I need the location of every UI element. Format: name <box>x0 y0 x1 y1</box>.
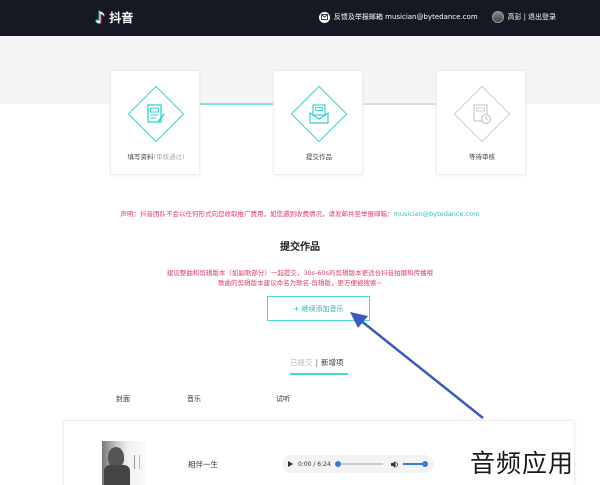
cover-person-body <box>104 465 130 485</box>
volume-knob[interactable] <box>422 461 428 467</box>
hint-line-1: 建议整曲和剪辑版本（如副歌部分）一起提交，30s-60s的剪辑版本更适合抖音拍摄… <box>166 269 434 277</box>
column-header-preview: 试听 <box>276 395 290 403</box>
cover-text-decoration <box>134 455 140 469</box>
progress-knob[interactable] <box>334 461 341 467</box>
volume-icon[interactable] <box>391 460 399 468</box>
step-label-2: 提交作品 <box>274 151 364 161</box>
volume-slider[interactable] <box>403 461 428 467</box>
form-edit-icon <box>147 104 165 123</box>
playback-time: 0:00 / 6:24 <box>298 460 331 468</box>
step-card-submit: 提交作品 <box>273 70 363 175</box>
disclaimer-notice: 声明：抖音团队不会以任何形式向您收取推广费用，如您遇到收费情况，请发邮件至举报邮… <box>0 208 600 218</box>
cover-person <box>108 447 124 467</box>
step-label-1: 填写资料(审核通过) <box>111 151 201 161</box>
step-connector-2 <box>363 103 437 105</box>
header-right: 反馈及举报邮箱 musician@bytedance.com 高彭 | 退出登录 <box>318 11 556 23</box>
envelope-document-icon <box>309 104 329 124</box>
section-title: 提交作品 <box>280 242 320 253</box>
notice-email[interactable]: musician@bytedance.com <box>394 210 480 218</box>
user-name[interactable]: 高彭 <box>508 12 522 22</box>
progress-slider[interactable] <box>334 461 383 467</box>
column-header-music: 音乐 <box>187 395 201 403</box>
active-tab-indicator <box>290 373 348 375</box>
step-title: 等待审核 <box>469 153 495 161</box>
mail-icon <box>318 11 330 23</box>
top-nav-bar: ♪ 抖音 反馈及举报邮箱 musician@bytedance.com 高彭 |… <box>0 0 600 36</box>
logout-link[interactable]: 退出登录 <box>528 12 556 22</box>
step-card-fill-info: 填写资料(审核通过) <box>110 70 200 175</box>
notice-text: 声明：抖音团队不会以任何形式向您收取推广费用，如您遇到收费情况，请发邮件至举报邮… <box>120 210 394 218</box>
step-title: 提交作品 <box>306 153 332 161</box>
tab-new[interactable]: 新增项 <box>321 357 344 368</box>
step-connector-1 <box>200 103 274 105</box>
audio-player: 0:00 / 6:24 <box>282 455 434 473</box>
submission-tabs: 已提交 | 新增项 <box>290 357 344 368</box>
tab-submitted[interactable]: 已提交 <box>290 357 313 368</box>
column-header-cover: 封面 <box>116 395 130 403</box>
douyin-logo[interactable]: ♪ 抖音 <box>95 9 133 26</box>
tab-separator: | <box>315 358 319 367</box>
step-title: 填写资料 <box>127 153 154 161</box>
step-card-await-review: 等待审核 <box>436 70 526 175</box>
hint-line-2: 歌曲的剪辑版本建议命名为歌名-剪辑版，更方便被搜索~ <box>218 279 382 287</box>
song-title: 相伴一生 <box>188 460 218 469</box>
document-clock-icon <box>473 104 492 125</box>
cover-image <box>102 441 146 485</box>
user-avatar[interactable] <box>491 11 504 23</box>
play-icon[interactable] <box>288 461 293 467</box>
app-name: 抖音 <box>109 11 134 25</box>
tiktok-note-icon: ♪ <box>95 7 106 27</box>
watermark-text: 音频应用 <box>470 449 575 478</box>
add-music-button[interactable]: + 继续添加音乐 <box>267 296 370 321</box>
header-separator: | <box>523 13 526 21</box>
step-label-3: 等待审核 <box>437 151 527 161</box>
step-status: (审核通过) <box>153 153 185 161</box>
feedback-email[interactable]: 反馈及举报邮箱 musician@bytedance.com <box>334 12 478 22</box>
